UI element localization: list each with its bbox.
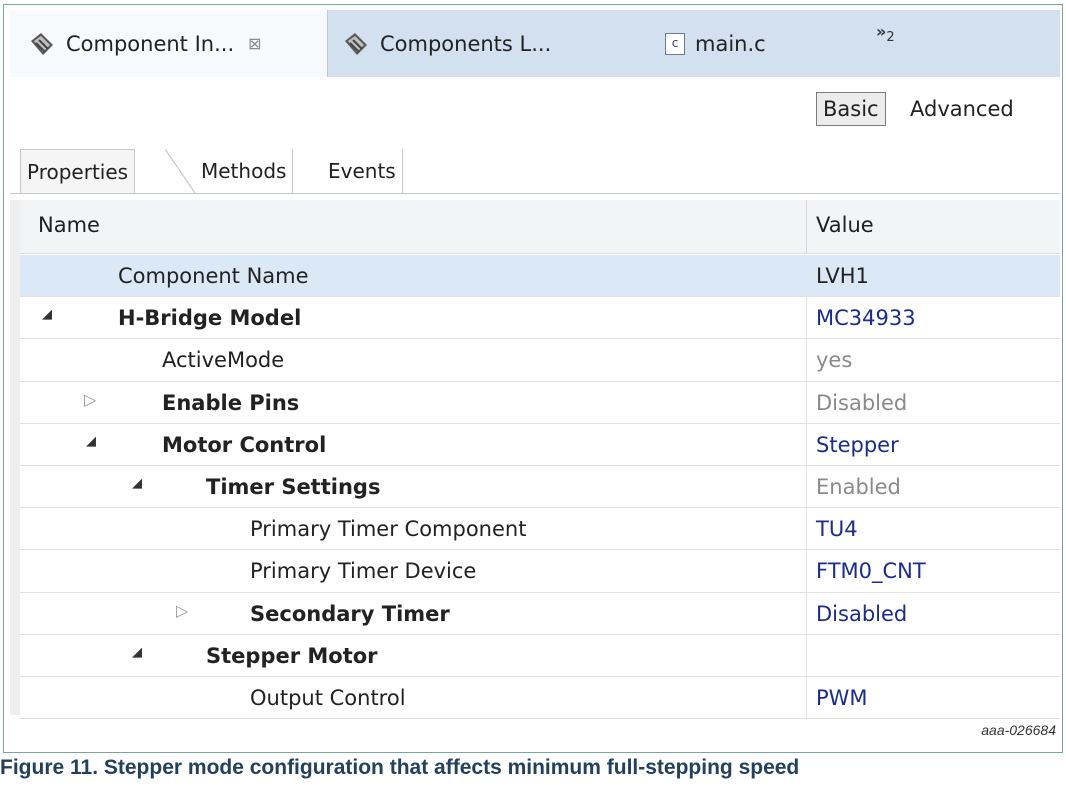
column-divider — [806, 465, 807, 508]
editor-tab-bar: Component In... ⊠ Components L... c main… — [10, 10, 1060, 78]
table-row[interactable]: ◢ Stepper Motor — [20, 634, 1060, 677]
component-gear-icon — [26, 28, 58, 60]
property-name: Output Control — [250, 685, 406, 710]
advanced-mode-button[interactable]: Advanced — [904, 92, 1020, 126]
tab-components-library[interactable]: Components L... — [340, 10, 640, 77]
property-value[interactable]: LVH1 — [816, 264, 869, 288]
column-divider[interactable] — [806, 200, 807, 253]
property-value[interactable]: FTM0_CNT — [816, 559, 926, 583]
tab-main-c[interactable]: c main.c — [665, 10, 835, 77]
figure-caption: Figure 11. Stepper mode configuration th… — [0, 756, 800, 779]
tab-label: main.c — [695, 31, 766, 56]
property-name: Enable Pins — [162, 390, 300, 415]
table-row[interactable]: Primary Timer Device FTM0_CNT — [20, 550, 1060, 593]
column-divider — [806, 297, 807, 339]
property-value[interactable]: Disabled — [816, 391, 907, 415]
property-value[interactable]: MC34933 — [816, 306, 916, 330]
property-name: Stepper Motor — [206, 643, 378, 668]
property-name: Primary Timer Component — [250, 517, 527, 542]
property-value[interactable]: TU4 — [816, 517, 858, 541]
tab-methods[interactable]: Methods — [195, 149, 294, 193]
property-name: Primary Timer Device — [250, 559, 477, 584]
property-name: H-Bridge Model — [118, 306, 302, 331]
tab-label: Components L... — [380, 31, 552, 56]
collapsed-triangle-icon[interactable]: ▷ — [176, 601, 188, 620]
table-row[interactable]: ActiveMode yes — [20, 339, 1060, 382]
property-value[interactable]: PWM — [816, 686, 868, 710]
expanded-triangle-icon[interactable]: ◢ — [42, 307, 52, 322]
table-row[interactable]: ▷ Enable Pins Disabled — [20, 381, 1060, 424]
column-divider — [806, 634, 807, 676]
property-name: Timer Settings — [206, 474, 381, 499]
close-icon[interactable]: ⊠ — [248, 34, 261, 53]
tab-overflow-button[interactable]: »2 — [876, 22, 895, 45]
column-divider — [806, 592, 807, 634]
property-name: Secondary Timer — [250, 601, 450, 626]
table-row[interactable]: ◢ Timer Settings Enabled — [20, 465, 1060, 509]
table-row[interactable]: ▷ Secondary Timer Disabled — [20, 592, 1060, 635]
figure-id: aaa-026684 — [981, 722, 1056, 738]
table-row[interactable]: Primary Timer Component TU4 — [20, 508, 1060, 551]
column-divider — [806, 381, 807, 423]
collapsed-triangle-icon[interactable]: ▷ — [84, 390, 96, 409]
property-name: Component Name — [118, 264, 309, 288]
expanded-triangle-icon[interactable]: ◢ — [86, 434, 96, 449]
property-name: ActiveMode — [162, 348, 285, 373]
property-value[interactable]: Stepper — [816, 433, 899, 457]
table-row[interactable]: Output Control PWM — [20, 676, 1060, 720]
tab-divider — [165, 149, 196, 193]
column-divider — [806, 676, 807, 719]
tree-gutter — [10, 200, 20, 715]
table-row[interactable]: Component Name LVH1 — [20, 255, 1060, 298]
column-header-value[interactable]: Value — [816, 213, 874, 237]
basic-mode-button[interactable]: Basic — [816, 92, 886, 126]
property-table: Component Name LVH1 ◢ H-Bridge Model MC3… — [20, 255, 1060, 720]
expanded-triangle-icon[interactable]: ◢ — [132, 476, 142, 491]
expanded-triangle-icon[interactable]: ◢ — [132, 645, 142, 660]
property-value[interactable]: yes — [816, 348, 852, 372]
column-divider — [806, 339, 807, 381]
column-divider — [806, 550, 807, 592]
property-value[interactable]: Disabled — [816, 602, 907, 626]
tab-component-inspector[interactable]: Component In... ⊠ — [10, 10, 328, 77]
property-table-header: Name Value — [20, 200, 1060, 254]
property-value[interactable]: Enabled — [816, 475, 901, 499]
tab-events[interactable]: Events — [322, 149, 403, 193]
mode-bar: Basic Advanced — [10, 77, 1060, 135]
component-gear-icon — [340, 28, 372, 60]
column-divider — [806, 255, 807, 297]
inspector-subtabs: Properties Methods Events — [10, 135, 1060, 194]
c-file-icon: c — [665, 32, 685, 55]
table-row[interactable]: ◢ Motor Control Stepper — [20, 423, 1060, 466]
tab-properties[interactable]: Properties — [20, 149, 136, 193]
tab-label: Component In... — [66, 31, 235, 56]
column-divider — [806, 508, 807, 550]
column-header-name[interactable]: Name — [38, 213, 100, 237]
table-row[interactable]: ◢ H-Bridge Model MC34933 — [20, 297, 1060, 340]
column-divider — [806, 423, 807, 465]
property-name: Motor Control — [162, 432, 327, 457]
